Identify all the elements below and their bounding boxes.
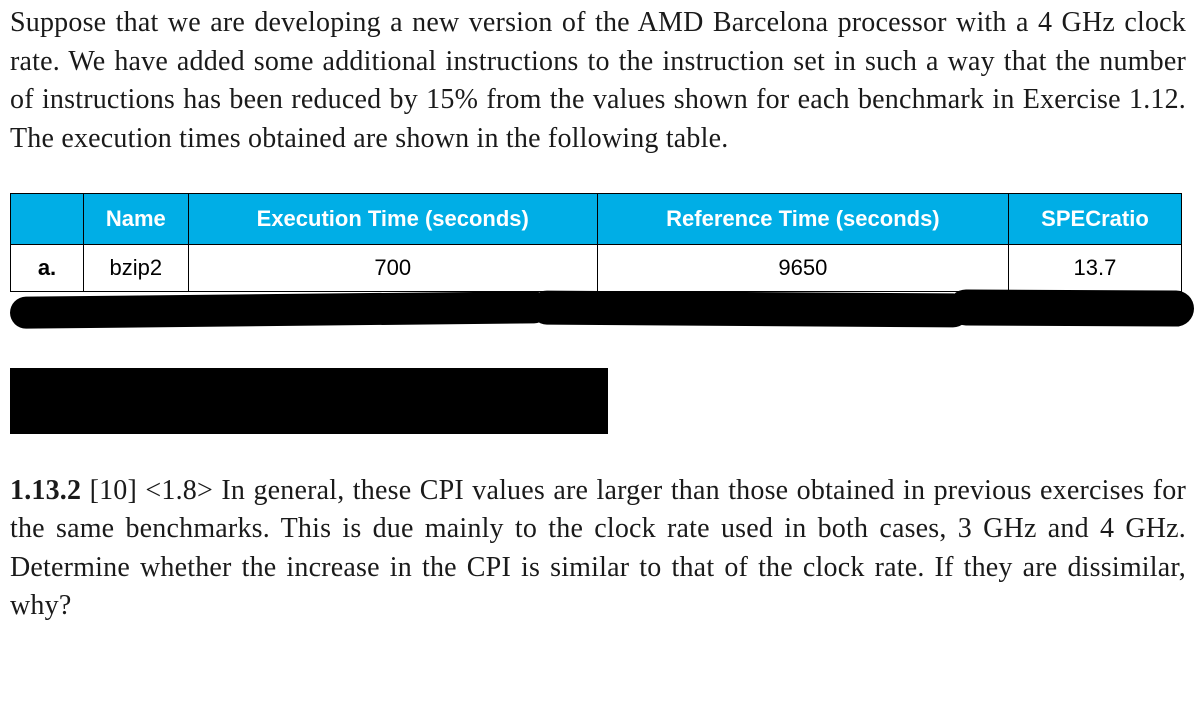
- cell-name: bzip2: [84, 244, 189, 291]
- question-paragraph: 1.13.2 [10] <1.8> In general, these CPI …: [10, 472, 1186, 627]
- table-header-row: Name Execution Time (seconds) Reference …: [11, 193, 1182, 244]
- question-meta: [10] <1.8>: [90, 475, 213, 506]
- benchmark-table: Name Execution Time (seconds) Reference …: [10, 193, 1182, 292]
- header-exec-time: Execution Time (seconds): [188, 193, 597, 244]
- header-name: Name: [84, 193, 189, 244]
- redaction-block: [10, 368, 608, 434]
- page: Suppose that we are developing a new ver…: [0, 0, 1200, 626]
- header-ref-time: Reference Time (seconds): [597, 193, 1008, 244]
- redaction-mark: [530, 290, 970, 327]
- cell-spec: 13.7: [1008, 244, 1181, 291]
- table-row: a. bzip2 700 9650 13.7: [11, 244, 1182, 291]
- redaction-scribble-row: [10, 288, 1186, 344]
- redaction-mark: [10, 291, 550, 329]
- cell-exec: 700: [188, 244, 597, 291]
- cell-ref: 9650: [597, 244, 1008, 291]
- redaction-mark: [948, 289, 1194, 326]
- row-label: a.: [11, 244, 84, 291]
- question-number: 1.13.2: [10, 475, 81, 506]
- header-blank: [11, 193, 84, 244]
- header-specratio: SPECratio: [1008, 193, 1181, 244]
- intro-paragraph: Suppose that we are developing a new ver…: [10, 4, 1186, 159]
